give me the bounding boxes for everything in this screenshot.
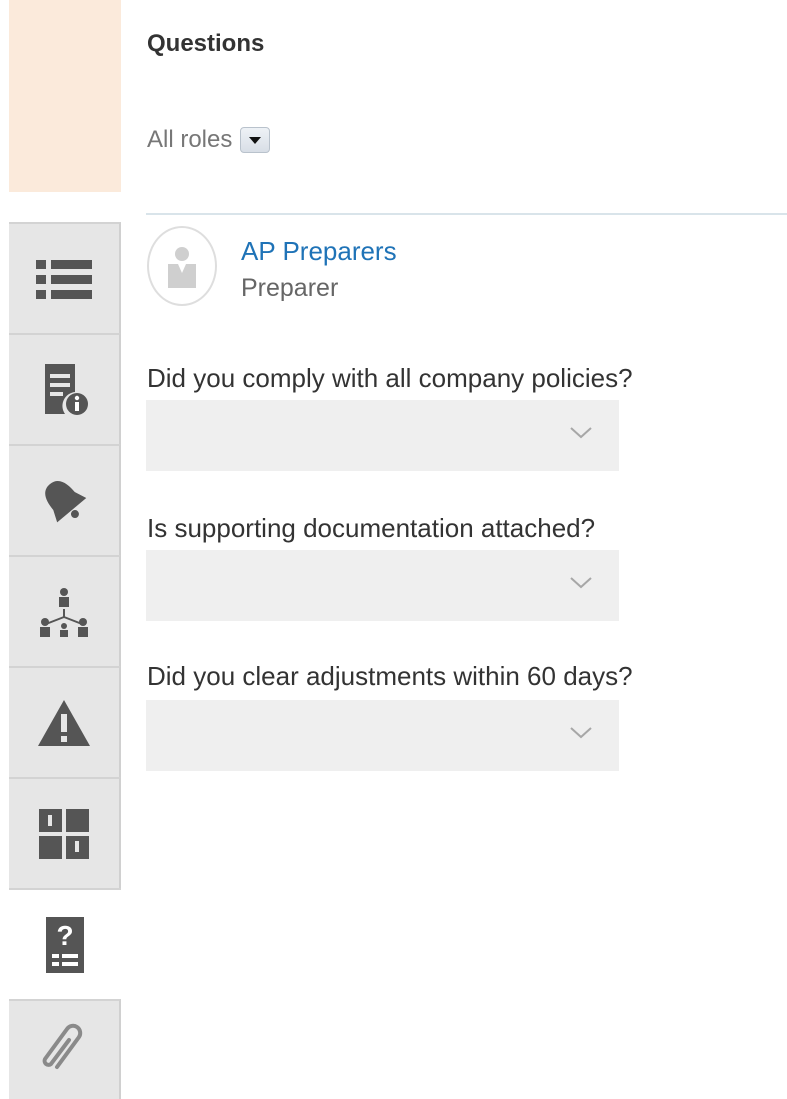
bell-icon xyxy=(45,480,87,522)
role-filter-dropdown-button[interactable] xyxy=(240,127,271,153)
workflow-icon xyxy=(39,808,89,859)
rail-tab-attachments[interactable] xyxy=(9,999,121,1099)
panel-title: Questions xyxy=(147,30,265,57)
assignee-name-link[interactable]: AP Preparers xyxy=(241,236,397,267)
rail-tab-issues[interactable] xyxy=(9,666,121,777)
question-answer-select[interactable] xyxy=(146,400,619,471)
question-label: Is supporting documentation attached? xyxy=(147,513,596,543)
document-info-icon xyxy=(45,363,88,415)
chevron-down-icon xyxy=(570,577,592,589)
role-filter-label: All roles xyxy=(147,126,233,153)
caret-down-icon xyxy=(249,136,262,144)
question-document-icon: ? xyxy=(46,916,84,973)
side-rail: ? xyxy=(9,0,121,1099)
list-icon xyxy=(36,259,92,299)
rail-tab-alerts[interactable] xyxy=(9,444,121,555)
question-label: Did you clear adjustments within 60 days… xyxy=(147,661,633,691)
avatar xyxy=(147,226,217,306)
page: ? Questions All roles AP Preparers Prepa… xyxy=(0,0,787,1099)
questions-panel: Questions All roles AP Preparers Prepare… xyxy=(121,0,787,1099)
paperclip-icon xyxy=(42,1023,83,1069)
question-answer-select[interactable] xyxy=(146,550,619,621)
divider xyxy=(146,213,787,215)
rail-highlight xyxy=(9,0,121,192)
question-answer-select[interactable] xyxy=(146,700,619,771)
assignee-role: Preparer xyxy=(241,274,339,302)
question-label: Did you comply with all company policies… xyxy=(147,363,633,393)
user-icon xyxy=(168,247,196,288)
role-filter: All roles xyxy=(147,126,271,154)
hierarchy-icon xyxy=(40,587,88,637)
rail-tab-questions[interactable]: ? xyxy=(9,888,121,999)
rail-tab-list[interactable] xyxy=(9,222,121,333)
svg-text:?: ? xyxy=(56,920,73,951)
chevron-down-icon xyxy=(570,427,592,439)
rail-tab-hierarchy[interactable] xyxy=(9,555,121,666)
rail-tab-details[interactable] xyxy=(9,333,121,444)
rail-tab-workflow[interactable] xyxy=(9,777,121,888)
warning-icon xyxy=(38,699,90,746)
chevron-down-icon xyxy=(570,727,592,739)
